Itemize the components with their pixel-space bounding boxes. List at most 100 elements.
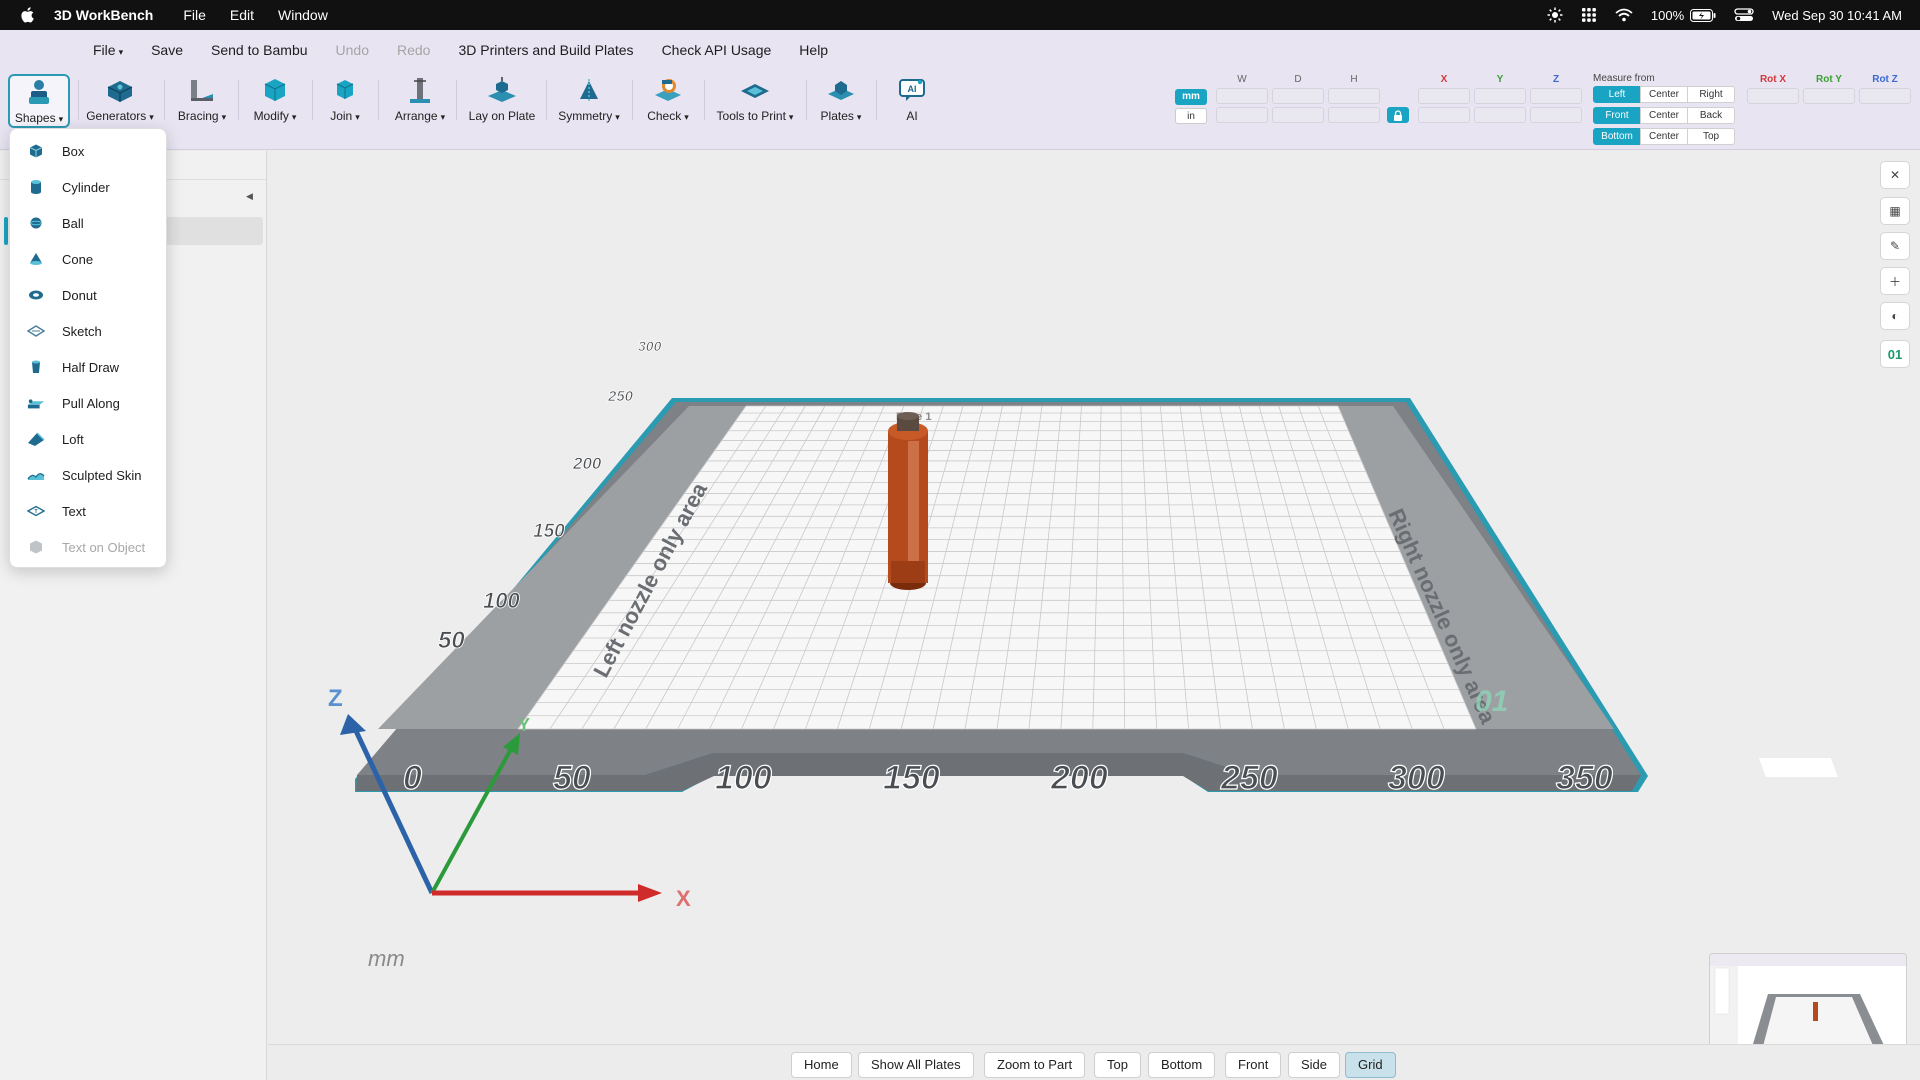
shape-item-pull-along[interactable]: Pull Along: [10, 385, 166, 421]
shape-item-box[interactable]: Box: [10, 133, 166, 169]
send-to-bambu-button[interactable]: Send to Bambu: [211, 42, 308, 58]
plates-tool[interactable]: Plates ▾: [816, 74, 866, 126]
measure-back-option[interactable]: Back: [1687, 107, 1735, 124]
join-tool[interactable]: Join ▾: [322, 74, 368, 126]
lay-on-plate-tool[interactable]: Lay on Plate: [466, 74, 538, 126]
shape-item-label: Half Draw: [62, 359, 120, 375]
rot-z-field[interactable]: [1859, 88, 1911, 104]
plus-icon[interactable]: ＋: [1880, 267, 1910, 295]
arrange-label: Arrange: [394, 109, 438, 123]
wifi-icon[interactable]: [1615, 8, 1633, 22]
plate-number-button[interactable]: 01: [1880, 340, 1910, 368]
arrange-tool[interactable]: Arrange ▾: [390, 74, 450, 126]
aspect-lock-button[interactable]: [1387, 107, 1409, 123]
control-center-icon[interactable]: [1734, 8, 1754, 22]
x-tick-200: 200: [1050, 759, 1108, 797]
shape-item-cylinder[interactable]: Cylinder: [10, 169, 166, 205]
pos-z-mm-field[interactable]: [1530, 88, 1582, 104]
shape-item-sketch[interactable]: Sketch: [10, 313, 166, 349]
3d-viewport[interactable]: 0 50 100 150 200 250 300 350 mm 50 100 1…: [268, 151, 1920, 1044]
battery-status[interactable]: 100%: [1651, 8, 1716, 23]
contrast-icon[interactable]: ◐: [1880, 302, 1910, 330]
width-in-field[interactable]: [1216, 107, 1268, 123]
measure-bottom-option[interactable]: Bottom: [1593, 128, 1641, 145]
measure-left-option[interactable]: Left: [1593, 86, 1641, 103]
rot-y-field[interactable]: [1803, 88, 1855, 104]
view-side-button[interactable]: Side: [1288, 1052, 1341, 1078]
modify-tool[interactable]: Modify ▾: [248, 74, 302, 126]
view-bottom-button[interactable]: Bottom: [1148, 1052, 1216, 1078]
build-plate-scene[interactable]: 0 50 100 150 200 250 300 350 mm 50 100 1…: [268, 151, 1920, 1044]
height-mm-field[interactable]: [1328, 88, 1380, 104]
selection-indicator: [4, 217, 8, 245]
shape-item-loft[interactable]: Loft: [10, 421, 166, 457]
brightness-icon[interactable]: [1547, 7, 1563, 23]
view-front-button[interactable]: Front: [1225, 1052, 1282, 1078]
check-api-usage-button[interactable]: Check API Usage: [662, 42, 772, 58]
measure-right-option[interactable]: Right: [1687, 86, 1735, 103]
symmetry-tool[interactable]: Symmetry ▾: [556, 74, 622, 126]
shape-item-half-draw[interactable]: Half Draw: [10, 349, 166, 385]
shape-item-ball[interactable]: Ball: [10, 205, 166, 241]
help-button[interactable]: Help: [799, 42, 828, 58]
measure-top-option[interactable]: Top: [1687, 128, 1735, 145]
save-button[interactable]: Save: [151, 42, 183, 58]
y-tick-100: 100: [483, 588, 520, 613]
unit-in-button[interactable]: in: [1175, 108, 1207, 124]
measure-front-option[interactable]: Front: [1593, 107, 1641, 124]
shapes-tool[interactable]: Shapes ▾: [8, 74, 70, 128]
shape-item-donut[interactable]: Donut: [10, 277, 166, 313]
depth-in-field[interactable]: [1272, 107, 1324, 123]
printers-plates-button[interactable]: 3D Printers and Build Plates: [458, 42, 633, 58]
redo-button[interactable]: Redo: [397, 42, 430, 58]
measure-center-x-option[interactable]: Center: [1640, 86, 1688, 103]
view-show-all-plates-button[interactable]: Show All Plates: [858, 1052, 974, 1078]
mac-menu-edit[interactable]: Edit: [230, 7, 254, 23]
ai-tool[interactable]: AI AI: [890, 74, 934, 126]
shape-item-text-on-object[interactable]: Text on Object: [10, 529, 166, 565]
tools-to-print-tool[interactable]: Tools to Print ▾: [714, 74, 796, 126]
bracing-tool[interactable]: Bracing ▾: [174, 74, 230, 126]
close-icon[interactable]: ✕: [1880, 161, 1910, 189]
view-top-button[interactable]: Top: [1094, 1052, 1141, 1078]
width-mm-field[interactable]: [1216, 88, 1268, 104]
file-menu[interactable]: File ▾: [93, 42, 123, 58]
pencil-icon[interactable]: ✎: [1880, 232, 1910, 260]
rot-z-header: Rot Z: [1872, 74, 1898, 85]
sketch-icon: [27, 322, 45, 340]
z-axis-label: Z: [328, 685, 343, 712]
apple-icon[interactable]: [18, 5, 38, 25]
measure-center-y-option[interactable]: Center: [1640, 107, 1688, 124]
pos-y-in-field[interactable]: [1474, 107, 1526, 123]
view-home-button[interactable]: Home: [791, 1052, 852, 1078]
depth-mm-field[interactable]: [1272, 88, 1324, 104]
collapse-panel-icon[interactable]: ◀: [246, 191, 253, 202]
undo-button[interactable]: Undo: [336, 42, 369, 58]
grid-view-icon[interactable]: ▦: [1880, 197, 1910, 225]
mac-menu-file[interactable]: File: [183, 7, 206, 23]
control-grid-icon[interactable]: [1581, 7, 1597, 23]
check-tool[interactable]: Check ▾: [642, 74, 694, 126]
app-name[interactable]: 3D WorkBench: [54, 7, 153, 23]
view-zoom-to-part-button[interactable]: Zoom to Part: [984, 1052, 1086, 1078]
shape-item-text[interactable]: T Text: [10, 493, 166, 529]
pos-x-in-field[interactable]: [1418, 107, 1470, 123]
view-grid-button[interactable]: Grid: [1345, 1052, 1396, 1078]
pos-x-mm-field[interactable]: [1418, 88, 1470, 104]
generators-tool[interactable]: Generators ▾: [86, 74, 154, 126]
part-list-item[interactable]: [160, 217, 263, 245]
ai-chat-icon: AI: [898, 74, 926, 106]
rot-x-field[interactable]: [1747, 88, 1799, 104]
unit-mm-button[interactable]: mm: [1175, 89, 1207, 105]
cylinder-part[interactable]: [888, 412, 928, 590]
chevron-down-icon: ▾: [291, 112, 297, 122]
shape-item-cone[interactable]: Cone: [10, 241, 166, 277]
shape-item-sculpted-skin[interactable]: Sculpted Skin: [10, 457, 166, 493]
pos-z-in-field[interactable]: [1530, 107, 1582, 123]
measure-front-back-control: Front Center Back: [1593, 107, 1735, 124]
pos-y-mm-field[interactable]: [1474, 88, 1526, 104]
menubar-clock[interactable]: Wed Sep 30 10:41 AM: [1772, 8, 1902, 23]
mac-menu-window[interactable]: Window: [278, 7, 328, 23]
measure-center-z-option[interactable]: Center: [1640, 128, 1688, 145]
height-in-field[interactable]: [1328, 107, 1380, 123]
